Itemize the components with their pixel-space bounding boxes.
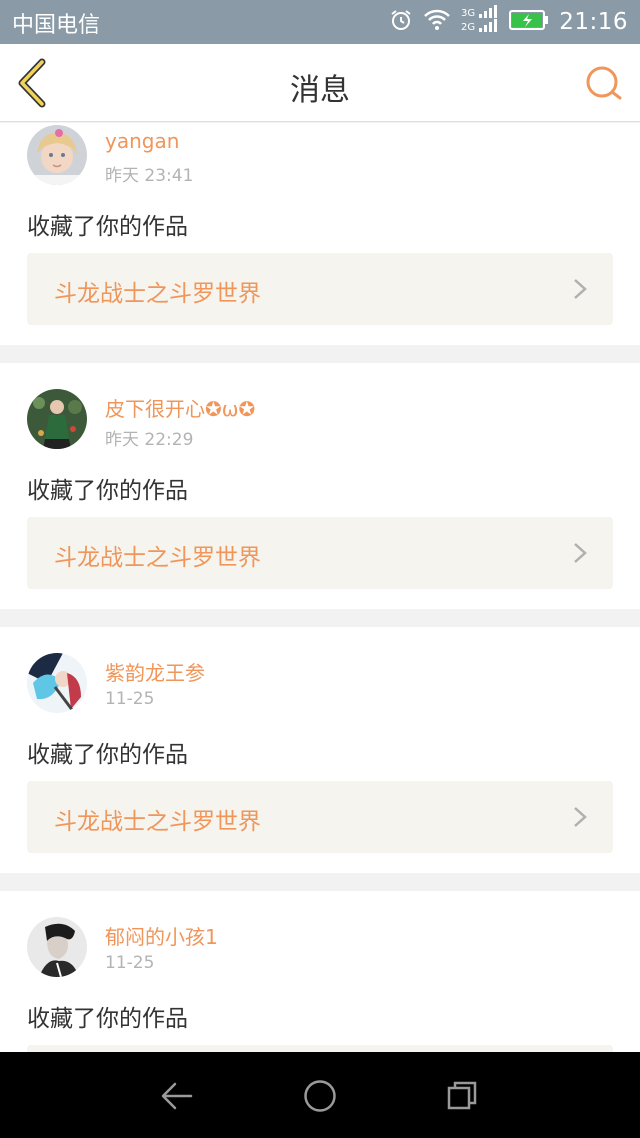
carrier-label: 中国电信 [12, 13, 101, 38]
alarm-icon [389, 8, 413, 36]
back-triangle-icon [161, 1082, 193, 1110]
search-icon [586, 66, 622, 100]
message-card: 郁闷的小孩1 11-25 收藏了你的作品 [0, 891, 640, 1052]
avatar[interactable] [27, 125, 87, 185]
user-name[interactable]: 紫韵龙王参 [105, 657, 205, 686]
message-time: 昨天 22:29 [105, 430, 194, 450]
message-card: yangan 昨天 23:41 收藏了你的作品 斗龙战士之斗罗世界 [0, 123, 640, 345]
message-time: 昨天 23:41 [105, 166, 194, 186]
work-link[interactable]: 斗龙战士之斗罗世界 [27, 517, 613, 589]
search-button[interactable] [582, 62, 626, 106]
user-name[interactable]: 郁闷的小孩1 [105, 921, 218, 950]
chevron-right-icon [574, 543, 587, 563]
work-link[interactable]: 斗龙战士之斗罗世界 [27, 253, 613, 325]
system-navigation-bar [0, 1052, 640, 1138]
svg-text:3G: 3G [461, 8, 475, 19]
message-action: 收藏了你的作品 [27, 1006, 188, 1032]
battery-charging-icon [509, 9, 549, 35]
user-name[interactable]: 皮下很开心✪ω✪ [105, 393, 255, 422]
message-list[interactable]: yangan 昨天 23:41 收藏了你的作品 斗龙战士之斗罗世界 皮下很开心✪… [0, 123, 640, 1052]
work-link[interactable]: 斗龙战士之斗罗世界 [27, 781, 613, 853]
home-circle-icon [304, 1080, 336, 1112]
signal-icon: 3G 2G [461, 5, 499, 39]
status-icons: 3G 2G 21:16 [389, 0, 628, 44]
work-title: 斗龙战士之斗罗世界 [54, 545, 261, 571]
message-card: 皮下很开心✪ω✪ 昨天 22:29 收藏了你的作品 斗龙战士之斗罗世界 [0, 363, 640, 609]
work-title: 斗龙战士之斗罗世界 [54, 281, 261, 307]
message-action: 收藏了你的作品 [27, 214, 188, 240]
system-home-button[interactable] [302, 1078, 338, 1114]
page-title: 消息 [290, 73, 350, 108]
chevron-right-icon [574, 807, 587, 827]
system-back-button[interactable] [159, 1078, 195, 1114]
wifi-icon [423, 9, 451, 35]
user-name[interactable]: yangan [105, 129, 179, 153]
message-action: 收藏了你的作品 [27, 742, 188, 768]
work-link[interactable] [27, 1045, 613, 1052]
work-title: 斗龙战士之斗罗世界 [54, 809, 261, 835]
message-card: 紫韵龙王参 11-25 收藏了你的作品 斗龙战士之斗罗世界 [0, 627, 640, 873]
avatar[interactable] [27, 917, 87, 977]
svg-text:2G: 2G [461, 22, 475, 33]
system-recents-button[interactable] [444, 1078, 480, 1114]
avatar[interactable] [27, 653, 87, 713]
chevron-right-icon [574, 279, 587, 299]
message-time: 11-25 [105, 953, 155, 973]
message-action: 收藏了你的作品 [27, 478, 188, 504]
message-time: 11-25 [105, 689, 155, 709]
avatar[interactable] [27, 389, 87, 449]
status-time: 21:16 [559, 9, 628, 35]
header-bar: 消息 [0, 44, 640, 122]
status-bar: 中国电信 3G 2G 21:16 [0, 0, 640, 44]
recents-square-icon [447, 1081, 477, 1110]
